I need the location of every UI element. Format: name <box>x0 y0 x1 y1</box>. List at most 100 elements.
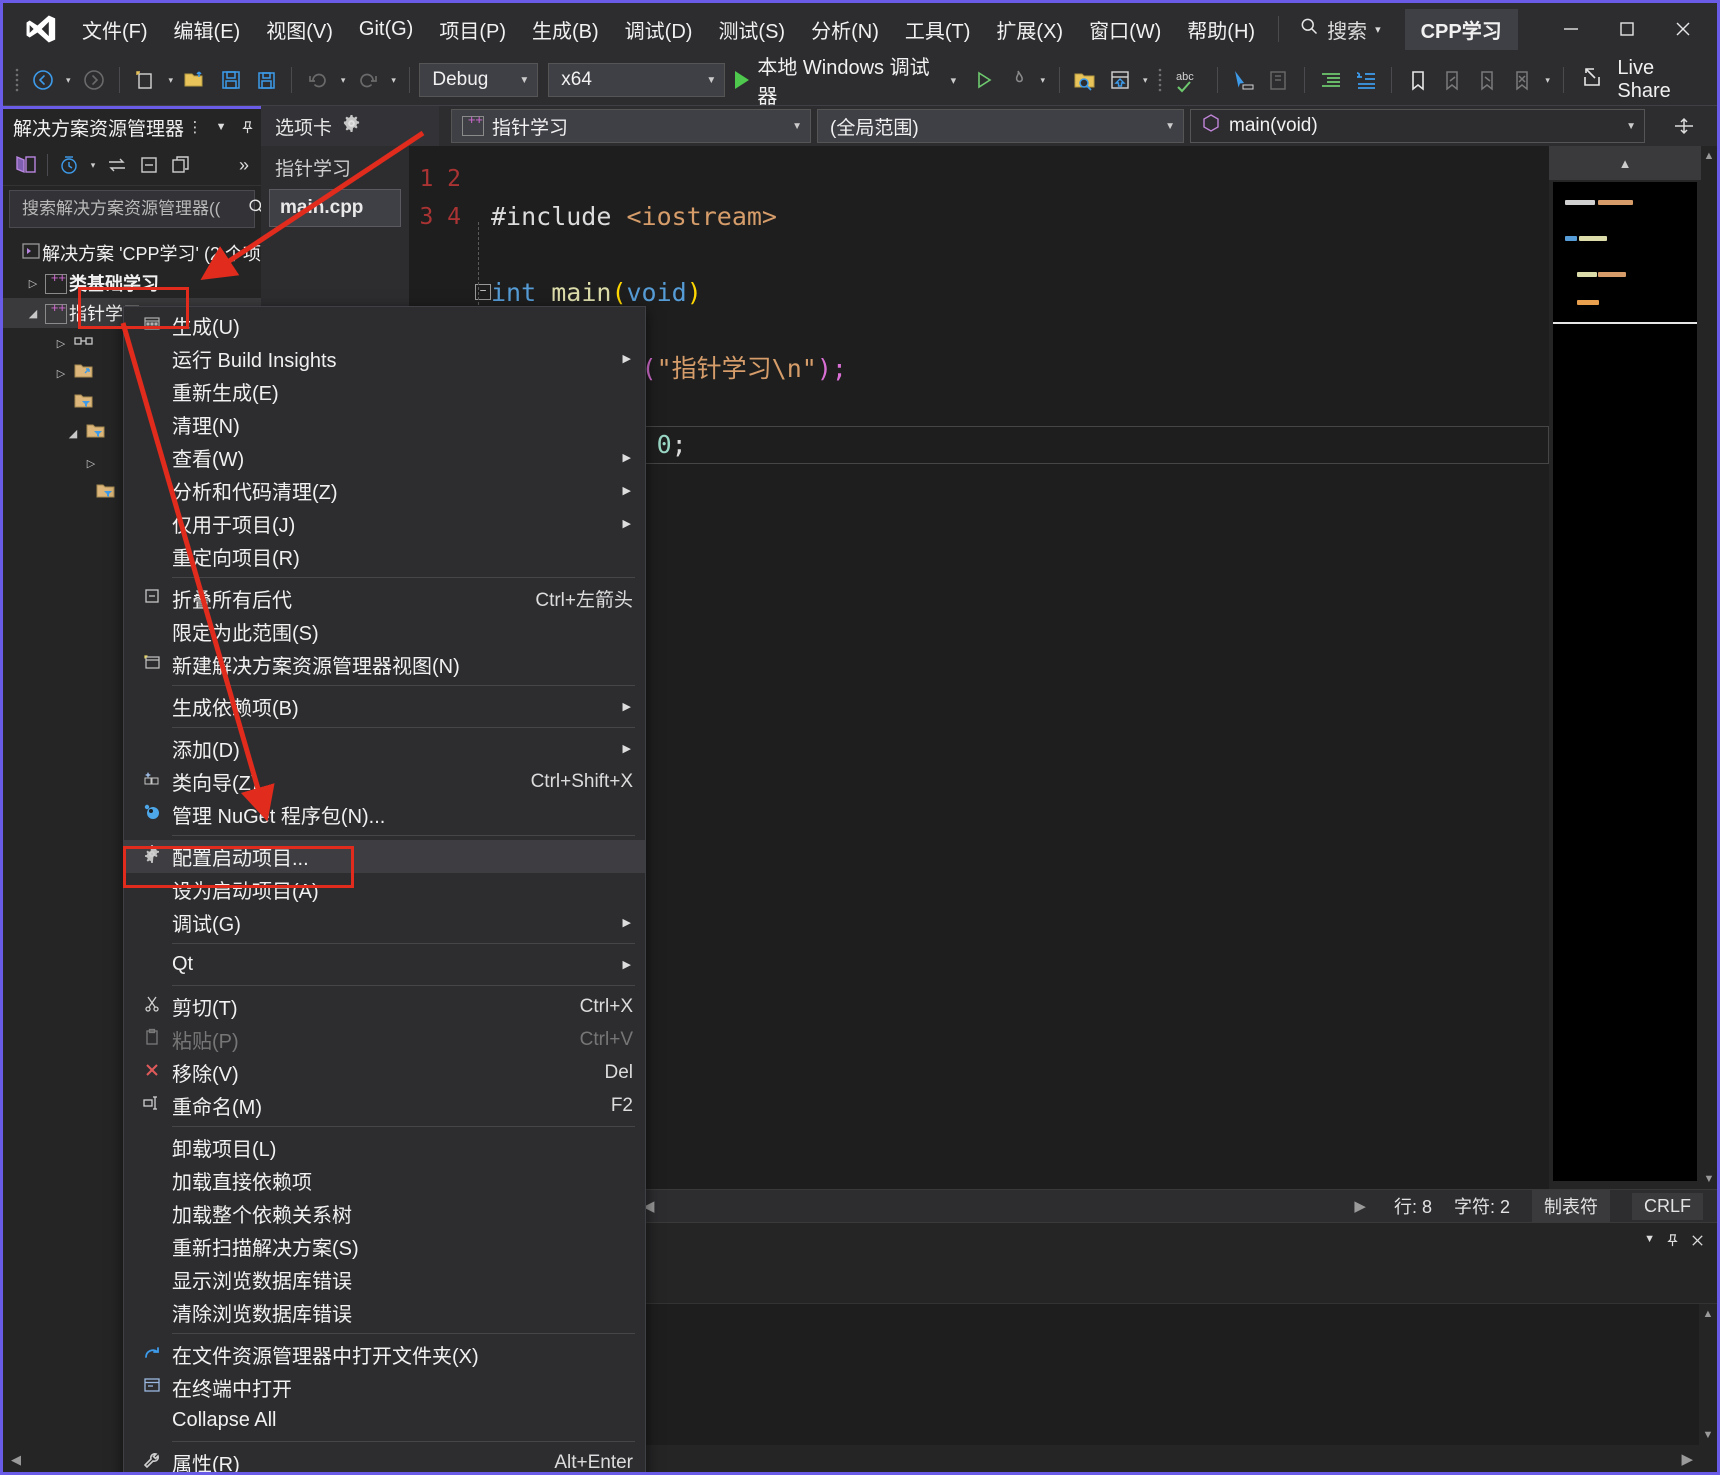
start-debugging-button[interactable]: 本地 Windows 调试器 ▾ <box>727 51 964 109</box>
scope-dropdown[interactable]: (全局范围) ▼ <box>817 109 1184 143</box>
next-bookmark-icon[interactable] <box>1471 62 1504 98</box>
editor-horizontal-scrollbar[interactable]: ◀ ▶ <box>637 1197 1372 1215</box>
context-menu-item[interactable]: 显示浏览数据库错误 <box>124 1263 645 1296</box>
overflow-icon[interactable]: » <box>239 155 253 176</box>
menu-git[interactable]: Git(G) <box>346 12 426 47</box>
context-menu-item[interactable]: 加载整个依赖关系树 <box>124 1197 645 1230</box>
context-menu-item[interactable]: Collapse All <box>124 1404 645 1437</box>
undo-caret-icon[interactable]: ▾ <box>336 62 350 98</box>
context-menu-item[interactable]: 清除浏览数据库错误 <box>124 1296 645 1329</box>
search-box[interactable]: 搜索 ▾ <box>1289 11 1391 48</box>
menu-analyze[interactable]: 分析(N) <box>798 9 892 50</box>
split-window-icon[interactable] <box>1651 106 1717 146</box>
solution-home-caret-icon[interactable]: ▾ <box>1138 62 1152 98</box>
save-all-icon[interactable] <box>249 62 282 98</box>
solution-platform-dropdown[interactable]: x64 ▼ <box>548 63 726 97</box>
context-menu-item[interactable]: 清理(N) <box>124 408 645 441</box>
scroll-up-icon[interactable]: ▲ <box>1704 146 1715 162</box>
navigate-back-icon[interactable] <box>27 62 60 98</box>
search-in-files-icon[interactable] <box>1069 62 1102 98</box>
context-menu-item[interactable]: Qt ▶ <box>124 948 645 981</box>
context-menu-item[interactable]: 仅用于项目(J) ▶ <box>124 507 645 540</box>
context-menu-item[interactable]: 属性(R) Alt+Enter <box>124 1446 645 1472</box>
output-scroll-down-icon[interactable]: ▼ <box>1703 1429 1714 1445</box>
run-caret-icon[interactable]: ▾ <box>951 74 957 87</box>
context-menu-item[interactable]: 设为启动项目(A) <box>124 873 645 906</box>
chevron-down-icon[interactable]: ▼ <box>210 115 232 139</box>
context-menu-item[interactable]: 调试(G) ▶ <box>124 906 645 939</box>
context-menu-item[interactable]: 新建解决方案资源管理器视图(N) <box>124 648 645 681</box>
menu-test[interactable]: 测试(S) <box>705 9 798 50</box>
menu-edit[interactable]: 编辑(E) <box>161 9 254 50</box>
navigate-back-caret-icon[interactable]: ▾ <box>62 62 76 98</box>
decrease-indent-icon[interactable] <box>1314 62 1347 98</box>
spell-check-icon[interactable]: abc <box>1170 62 1209 98</box>
context-menu-item[interactable]: 重命名(M) F2 <box>124 1089 645 1122</box>
editor-vertical-scrollbar[interactable]: ▲ ▼ <box>1701 146 1717 1189</box>
menu-view[interactable]: 视图(V) <box>253 9 346 50</box>
menu-tools[interactable]: 工具(T) <box>892 9 984 50</box>
context-menu-item[interactable]: 重定向项目(R) <box>124 540 645 573</box>
context-menu-item[interactable]: 运行 Build Insights ▶ <box>124 342 645 375</box>
project-chip[interactable]: CPP学习 <box>1404 8 1518 50</box>
minimap-collapse-icon[interactable]: ▲ <box>1549 146 1701 180</box>
menu-window[interactable]: 窗口(W) <box>1076 9 1174 50</box>
expander-icon-5[interactable]: ◢ <box>63 427 83 440</box>
output-scroll-up-icon[interactable]: ▲ <box>1703 1304 1714 1320</box>
context-menu-item[interactable]: 加载直接依赖项 <box>124 1164 645 1197</box>
context-menu-item[interactable]: 限定为此范围(S) <box>124 615 645 648</box>
new-project-icon[interactable] <box>129 62 162 98</box>
close-icon-2[interactable] <box>1690 1233 1705 1252</box>
menu-help[interactable]: 帮助(H) <box>1174 9 1268 50</box>
collapse-all-icon[interactable] <box>134 150 164 180</box>
context-menu-item[interactable]: 配置启动项目... <box>124 840 645 873</box>
expander-icon[interactable]: ▷ <box>23 277 43 290</box>
hot-reload-icon[interactable] <box>1001 62 1034 98</box>
context-menu-item[interactable]: 卸载项目(L) <box>124 1131 645 1164</box>
pin-icon-2[interactable] <box>1665 1233 1680 1252</box>
expander-icon-6[interactable]: ▷ <box>81 457 101 470</box>
search-caret-icon[interactable]: ▾ <box>1375 23 1381 36</box>
context-menu-item[interactable]: 类向导(Z)... Ctrl+Shift+X <box>124 765 645 798</box>
undo-icon[interactable] <box>301 62 334 98</box>
maximize-button[interactable] <box>1599 3 1655 55</box>
pending-changes-caret-icon[interactable]: ▾ <box>86 147 100 183</box>
tab-main-cpp[interactable]: main.cpp <box>269 189 401 227</box>
scroll-left-icon[interactable]: ◀ <box>3 1452 29 1468</box>
live-share-button[interactable]: Live Share <box>1581 57 1709 103</box>
context-menu-item[interactable]: 分析和代码清理(Z) ▶ <box>124 474 645 507</box>
menu-bar[interactable]: 文件(F) 编辑(E) 视图(V) Git(G) 项目(P) 生成(B) 调试(… <box>69 9 1268 50</box>
redo-icon[interactable] <box>352 62 385 98</box>
output-hscroll-right-icon[interactable]: ▶ <box>1675 1450 1699 1468</box>
context-menu-item[interactable]: 管理 NuGet 程序包(N)... <box>124 798 645 831</box>
redo-caret-icon[interactable]: ▾ <box>387 62 401 98</box>
close-button[interactable] <box>1655 3 1711 55</box>
minimap-content[interactable] <box>1553 182 1697 1181</box>
solution-configuration-dropdown[interactable]: Debug ▼ <box>419 63 539 97</box>
open-file-icon[interactable] <box>180 62 213 98</box>
minimap-viewport[interactable] <box>1553 322 1697 324</box>
new-project-caret-icon[interactable]: ▾ <box>164 62 178 98</box>
options-tab[interactable]: 选项卡 <box>261 106 439 146</box>
hscroll-right-icon[interactable]: ▶ <box>1348 1197 1372 1215</box>
navigate-forward-icon[interactable] <box>77 62 110 98</box>
context-menu-item[interactable]: 重新生成(E) <box>124 375 645 408</box>
previous-bookmark-icon[interactable] <box>1436 62 1469 98</box>
context-menu-item[interactable]: 剪切(T) Ctrl+X <box>124 990 645 1023</box>
context-menu-item[interactable]: 重新扫描解决方案(S) <box>124 1230 645 1263</box>
context-menu-item[interactable]: 生成(U) <box>124 309 645 342</box>
context-menu-item[interactable]: 移除(V) Del <box>124 1056 645 1089</box>
function-dropdown[interactable]: main(void) ▼ <box>1190 109 1645 143</box>
menu-debug[interactable]: 调试(D) <box>612 9 706 50</box>
search-input[interactable] <box>20 198 245 220</box>
context-menu-item[interactable]: 在文件资源管理器中打开文件夹(X) <box>124 1338 645 1371</box>
pin-icon[interactable] <box>236 115 258 139</box>
minimize-button[interactable] <box>1543 3 1599 55</box>
tree-item-solution[interactable]: 解决方案 'CPP学习' (2 个项 <box>3 238 261 268</box>
bookmarks-caret-icon[interactable]: ▾ <box>1541 62 1555 98</box>
pending-changes-icon[interactable] <box>54 150 84 180</box>
context-menu-item[interactable]: 折叠所有后代 Ctrl+左箭头 <box>124 582 645 615</box>
sync-icon[interactable] <box>102 150 132 180</box>
select-tool-icon[interactable] <box>1227 62 1260 98</box>
context-menu-item[interactable]: 生成依赖项(B) ▶ <box>124 690 645 723</box>
